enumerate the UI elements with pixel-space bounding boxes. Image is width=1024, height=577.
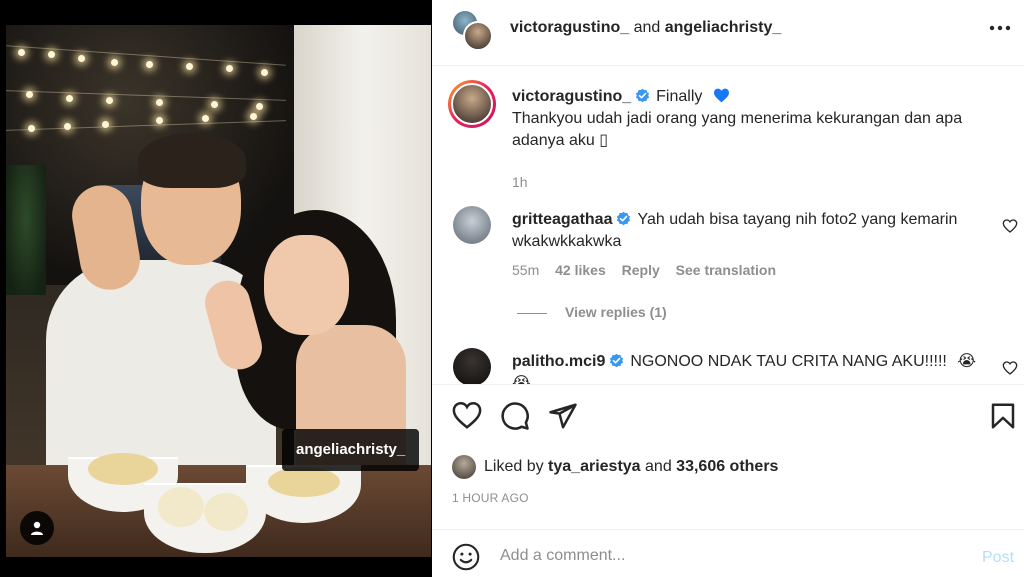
likes-joiner: and (645, 458, 672, 475)
person-left-hair (138, 133, 246, 188)
light-bulb (250, 113, 257, 120)
collab-avatars[interactable] (451, 9, 493, 51)
avatar[interactable] (453, 206, 491, 244)
caption-username[interactable]: victoragustino_ (512, 88, 631, 105)
post-header: victoragustino_ and angeliachristy_ (432, 0, 1024, 66)
avatar[interactable] (463, 21, 493, 51)
light-bulb (28, 125, 35, 132)
food (268, 467, 340, 497)
blue-heart-icon (713, 88, 729, 103)
likes-summary: Liked by tya_ariestya and 33,606 others (452, 455, 778, 481)
comment-time[interactable]: 55m (512, 262, 539, 278)
avatar[interactable] (453, 348, 491, 384)
light-bulb (66, 95, 73, 102)
view-replies-button[interactable]: View replies (1) (517, 304, 667, 320)
author-username[interactable]: victoragustino_ (510, 19, 629, 36)
light-bulb (102, 121, 109, 128)
author-username[interactable]: angeliachristy_ (665, 19, 782, 36)
caption-body: Thankyou udah jadi orang yang menerima k… (512, 110, 963, 149)
food (204, 493, 248, 531)
comment-text: palitho.mci9 NGONOO NDAK TAU CRITA NANG A… (512, 351, 992, 384)
light-bulb (48, 51, 55, 58)
avatar[interactable] (448, 80, 496, 128)
food (88, 453, 158, 485)
comments-list[interactable]: victoragustino_ Finally Thankyou udah jad… (432, 66, 1024, 384)
light-bulb (211, 101, 218, 108)
light-bulb (18, 49, 25, 56)
caption-first-line: Finally (656, 88, 703, 105)
likes-text: Liked by tya_ariestya and 33,606 others (484, 458, 778, 475)
post-comment-button[interactable]: Post (982, 549, 1014, 567)
comment-likes-count[interactable]: 42 likes (555, 262, 606, 278)
person-right-face (264, 235, 349, 335)
caption-trailing-glyph: ▯ (599, 132, 608, 149)
user-tag-icon[interactable] (20, 511, 54, 545)
photo-user-tag[interactable]: angeliachristy_ (282, 429, 420, 471)
send-icon[interactable] (548, 401, 578, 431)
comment-meta: 55m 42 likes Reply See translation (512, 262, 788, 278)
light-bulb (26, 91, 33, 98)
view-replies-label: View replies (1) (565, 304, 667, 320)
light-bulb (111, 59, 118, 66)
liked-by-label: Liked by (484, 458, 544, 475)
light-bulb (156, 117, 163, 124)
comment-like-heart-icon[interactable] (1002, 218, 1018, 234)
comment-like-heart-icon[interactable] (1002, 360, 1018, 376)
comment-icon[interactable] (500, 401, 530, 431)
light-bulb (64, 123, 71, 130)
emoji-icon[interactable] (452, 543, 480, 571)
light-bulb (256, 103, 263, 110)
crying-emoji: 😭 (512, 375, 531, 384)
post-authors: victoragustino_ and angeliachristy_ (510, 18, 781, 38)
post-modal: angeliachristy_ victoragustino_ and ange… (0, 0, 1024, 577)
light-bulb (146, 61, 153, 68)
post-timestamp[interactable]: 1 HOUR AGO (452, 491, 529, 505)
see-translation-button[interactable]: See translation (676, 262, 776, 278)
light-bulb (202, 115, 209, 122)
light-bulb (186, 63, 193, 70)
likes-others-count[interactable]: 33,606 others (676, 458, 778, 475)
comment-input[interactable] (500, 542, 920, 570)
bookmark-icon[interactable] (988, 401, 1018, 431)
avatar[interactable] (452, 455, 476, 479)
crying-emoji: 😭 (957, 353, 977, 370)
photo-tree (6, 165, 46, 295)
replies-divider (517, 312, 547, 314)
verified-badge-icon (636, 88, 650, 103)
caption-meta: 1h (512, 174, 540, 190)
post-details-panel: victoragustino_ and angeliachristy_ vict… (432, 0, 1024, 577)
verified-badge-icon (617, 211, 631, 226)
light-bulb (78, 55, 85, 62)
comment-username[interactable]: gritteagathaa (512, 211, 612, 228)
light-bulb (106, 97, 113, 104)
more-icon[interactable] (987, 18, 1013, 38)
caption-text: victoragustino_ Finally Thankyou udah jad… (512, 86, 992, 152)
heart-icon[interactable] (452, 401, 482, 431)
liked-by-user[interactable]: tya_ariestya (548, 458, 641, 475)
add-comment-bar: Post (432, 529, 1024, 577)
reply-button[interactable]: Reply (622, 262, 660, 278)
verified-badge-icon (610, 353, 624, 368)
authors-joiner: and (633, 19, 661, 36)
post-action-bar (432, 384, 1024, 434)
comment-text: gritteagathaa Yah udah bisa tayang nih fo… (512, 209, 992, 253)
comment-username[interactable]: palitho.mci9 (512, 353, 605, 370)
light-bulb (261, 69, 268, 76)
light-bulb (226, 65, 233, 72)
post-photo[interactable]: angeliachristy_ (6, 25, 431, 557)
light-bulb (156, 99, 163, 106)
comment-body: NGONOO NDAK TAU CRITA NANG AKU!!!!! (630, 353, 947, 370)
caption-time[interactable]: 1h (512, 174, 528, 190)
food (158, 487, 204, 527)
